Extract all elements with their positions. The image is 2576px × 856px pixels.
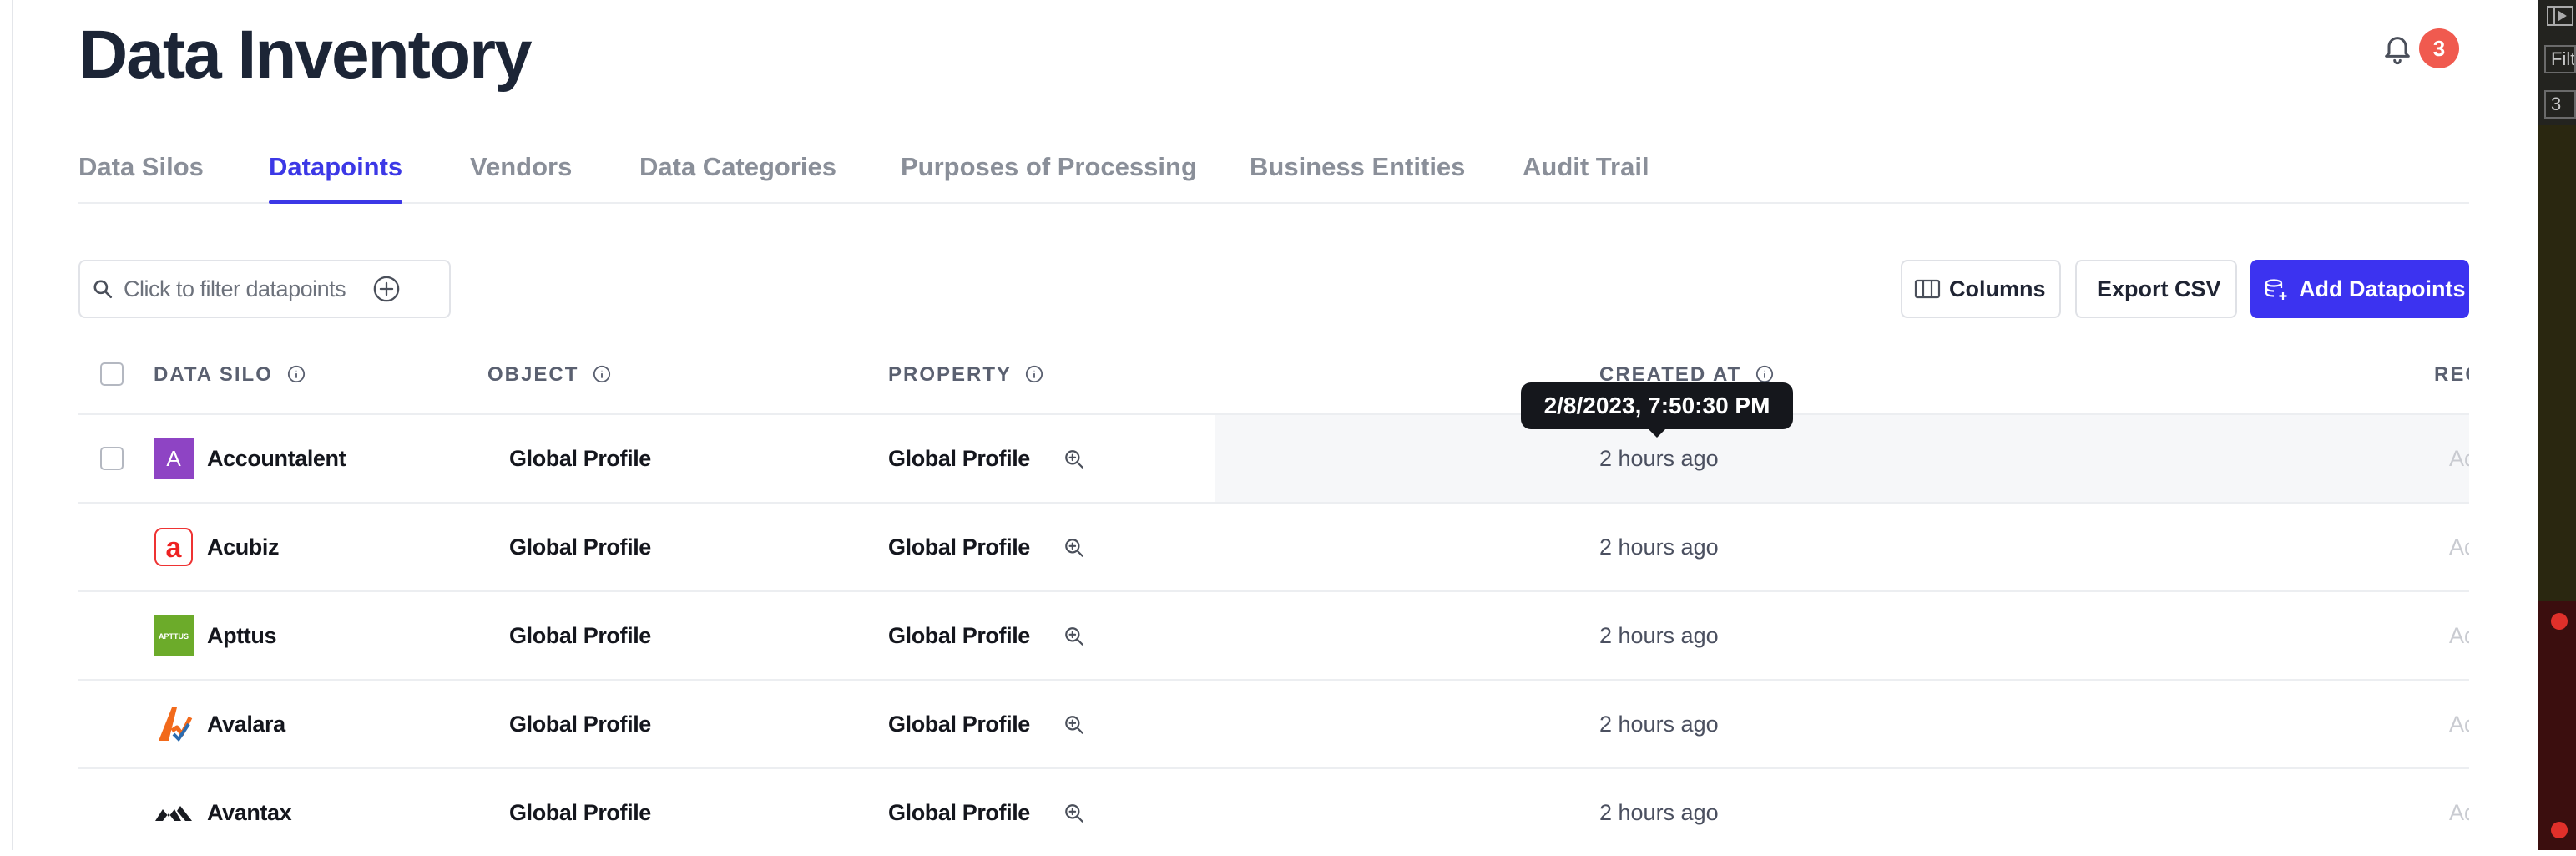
bell-icon[interactable] [2381,32,2414,67]
truncated-cell[interactable]: Ad [2449,444,2469,473]
column-header-property[interactable]: PROPERTY [888,361,1043,389]
tab-vendors[interactable]: Vendors [470,147,572,202]
side-panel: Filt 3 [2538,0,2576,850]
column-label: OBJECT [487,363,579,386]
svg-text:a: a [166,532,183,564]
data-silo-name[interactable]: Accountalent [207,444,346,473]
avantax-logo [155,806,192,821]
side-panel-count[interactable]: 3 [2544,90,2576,119]
info-icon[interactable] [1025,365,1043,383]
acubiz-logo: a [154,528,193,566]
svg-text:APTTUS: APTTUS [159,632,189,641]
add-filter-icon[interactable] [372,275,401,303]
truncated-cell[interactable]: Ad [2449,533,2469,561]
database-add-icon [2265,279,2287,300]
tab-business-entities[interactable]: Business Entities [1250,147,1465,202]
tab-audit-trail[interactable]: Audit Trail [1523,147,1649,202]
created-at: 2 hours ago [1599,712,1719,737]
truncated-cell[interactable]: Ad [2449,798,2469,827]
columns-label: Columns [1949,276,2046,301]
side-panel-toolbar: Filt 3 [2538,0,2576,125]
row-checkbox[interactable] [100,447,124,470]
avalara-logo [159,707,193,742]
info-icon[interactable] [1755,365,1774,383]
zoom-in-icon[interactable] [1063,537,1085,559]
page-title: Data Inventory [78,17,533,93]
property-name[interactable]: Global Profile [888,533,1030,561]
table-row[interactable]: APTTUS Apttus Global Profile Global Prof… [78,590,2469,679]
table-row[interactable]: A Accountalent Global Profile Global Pro… [78,413,2469,502]
zoom-in-icon[interactable] [1063,626,1085,647]
export-csv-label: Export CSV [2097,276,2221,301]
tab-purposes-of-processing[interactable]: Purposes of Processing [901,147,1197,202]
column-label: PROPERTY [888,363,1012,386]
data-silo-name[interactable]: Acubiz [207,533,280,561]
panel-toggle-icon[interactable] [2546,5,2574,27]
zoom-in-icon[interactable] [1063,448,1085,470]
columns-button[interactable]: Columns [1901,260,2061,318]
filter-input[interactable]: Click to filter datapoints [78,260,451,318]
object-name[interactable]: Global Profile [509,621,651,650]
zoom-in-icon[interactable] [1063,803,1085,824]
property-name[interactable]: Global Profile [888,621,1030,650]
error-icon[interactable] [2551,822,2568,838]
object-name[interactable]: Global Profile [509,710,651,738]
table-row[interactable]: Avalara Global Profile Global Profile 2 … [78,679,2469,767]
property-name[interactable]: Global Profile [888,798,1030,827]
side-panel-filter[interactable]: Filt [2544,45,2576,73]
object-name[interactable]: Global Profile [509,533,651,561]
truncated-cell[interactable]: Ad [2449,621,2469,650]
main-content: Data Inventory 3 Data Silos Datapoints V… [0,0,2538,850]
svg-text:A: A [166,446,181,471]
truncated-cell[interactable]: Ad [2449,710,2469,738]
info-icon[interactable] [593,365,611,383]
data-silo-name[interactable]: Avantax [207,798,292,827]
error-icon[interactable] [2551,613,2568,630]
export-csv-button[interactable]: Export CSV [2075,260,2237,318]
created-at: 2 hours ago [1599,623,1719,648]
column-label: DATA SILO [154,363,273,386]
table-row[interactable]: Avantax Global Profile Global Profile 2 … [78,767,2469,856]
created-at: 2 hours ago [1599,446,1719,471]
object-name[interactable]: Global Profile [509,444,651,473]
table-row[interactable]: a Acubiz Global Profile Global Profile 2… [78,502,2469,590]
timestamp-tooltip: 2/8/2023, 7:50:30 PM [1521,382,1793,438]
add-datapoints-button[interactable]: Add Datapoints [2250,260,2469,318]
column-header-object[interactable]: OBJECT [487,361,611,389]
filter-placeholder: Click to filter datapoints [124,276,346,301]
created-at: 2 hours ago [1599,534,1719,560]
tab-data-silos[interactable]: Data Silos [78,147,204,202]
columns-icon [1914,279,1941,299]
property-name[interactable]: Global Profile [888,444,1030,473]
tab-data-categories[interactable]: Data Categories [639,147,836,202]
tab-datapoints[interactable]: Datapoints [269,147,403,204]
select-all-checkbox[interactable] [100,362,124,386]
add-datapoints-label: Add Datapoints [2299,276,2466,301]
tab-bar: Data Silos Datapoints Vendors Data Categ… [78,147,2469,204]
notification-badge[interactable]: 3 [2419,28,2459,68]
property-name[interactable]: Global Profile [888,710,1030,738]
created-at: 2 hours ago [1599,800,1719,825]
data-silo-name[interactable]: Apttus [207,621,276,650]
data-silo-name[interactable]: Avalara [207,710,285,738]
side-panel-error-zone [2538,601,2576,850]
object-name[interactable]: Global Profile [509,798,651,827]
zoom-in-icon[interactable] [1063,714,1085,736]
search-icon [93,280,113,299]
accountalent-logo: A [154,438,194,479]
column-header-truncated[interactable]: REC [2434,361,2469,389]
info-icon[interactable] [287,365,306,383]
apttus-logo: APTTUS [154,615,194,656]
column-header-data-silo[interactable]: DATA SILO [154,361,306,389]
